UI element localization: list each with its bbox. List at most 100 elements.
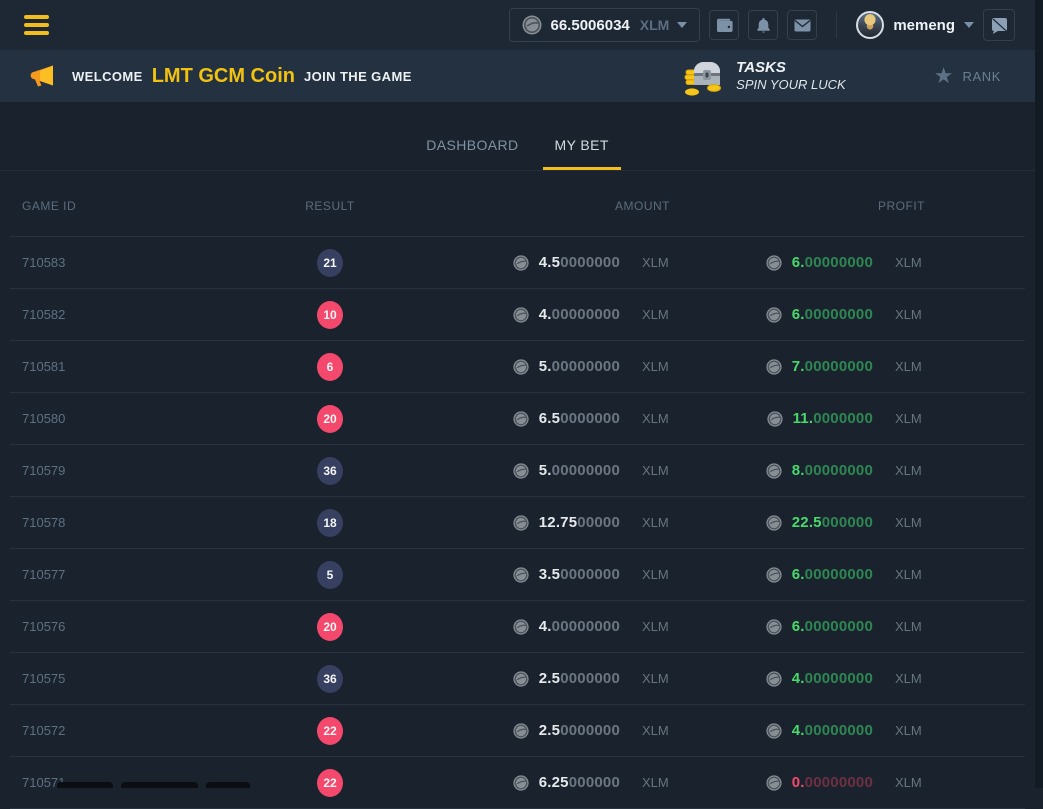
- hamburger-icon: [24, 15, 49, 19]
- game-id: 710575: [10, 671, 280, 686]
- result-badge: 36: [317, 665, 343, 693]
- stellar-coin-icon: [513, 515, 529, 531]
- stellar-coin-icon: [513, 255, 529, 271]
- amount-value: 4.5: [539, 254, 560, 271]
- bottom-partial-elements: [0, 782, 1043, 788]
- profit-currency: XLM: [895, 411, 925, 426]
- header-result: RESULT: [280, 199, 380, 213]
- amount-trailing-zeros: 00000000: [552, 618, 620, 635]
- amount-currency: XLM: [642, 515, 672, 530]
- my-bet-table: GAME ID RESULT AMOUNT PROFIT 710583 21 4…: [10, 171, 1025, 809]
- tasks-link[interactable]: TASKS SPIN YOUR LUCK: [678, 56, 846, 96]
- amount-cell: 5.00000000 XLM: [380, 358, 740, 375]
- amount-currency: XLM: [642, 307, 672, 322]
- user-menu[interactable]: memeng: [856, 11, 974, 39]
- balance-value: 66.5006034: [551, 17, 630, 34]
- chat-button[interactable]: [983, 9, 1015, 41]
- profit-currency: XLM: [895, 359, 925, 374]
- wallet-button[interactable]: [709, 10, 739, 40]
- header-game-id: GAME ID: [10, 199, 280, 213]
- stellar-coin-icon: [522, 15, 542, 35]
- profit-cell: 6.00000000 XLM: [740, 618, 1025, 635]
- stellar-coin-icon: [513, 723, 529, 739]
- game-id: 710576: [10, 619, 280, 634]
- tab-my-bet[interactable]: MY BET: [543, 137, 621, 170]
- tab-bar: DASHBOARD MY BET: [0, 102, 1035, 171]
- caret-down-icon: [964, 22, 974, 28]
- profit-cell: 6.00000000 XLM: [740, 254, 1025, 271]
- amount-value: 3.5: [539, 566, 560, 583]
- result-badge: 20: [317, 613, 343, 641]
- amount-trailing-zeros: 00000000: [552, 462, 620, 479]
- notifications-button[interactable]: [748, 10, 778, 40]
- table-row: 710577 5 3.50000000 XLM 6.00000000 XLM: [10, 549, 1025, 601]
- amount-trailing-zeros: 00000000: [552, 358, 620, 375]
- amount-currency: XLM: [642, 567, 672, 582]
- topbar-right: 66.5006034 XLM memeng: [509, 8, 1016, 42]
- profit-value: 6.: [792, 254, 805, 271]
- profit-currency: XLM: [895, 619, 925, 634]
- table-row: 710583 21 4.50000000 XLM 6.00000000 XLM: [10, 237, 1025, 289]
- profit-value: 4.: [792, 722, 805, 739]
- game-id: 710580: [10, 411, 280, 426]
- profit-cell: 4.00000000 XLM: [740, 670, 1025, 687]
- stellar-coin-icon: [766, 723, 782, 739]
- header-profit: PROFIT: [740, 199, 1025, 213]
- profit-currency: XLM: [895, 307, 925, 322]
- profit-cell: 7.00000000 XLM: [740, 358, 1025, 375]
- profit-value: 22.5: [792, 514, 822, 531]
- bell-icon: [756, 17, 771, 34]
- tasks-subtitle: SPIN YOUR LUCK: [736, 77, 846, 93]
- game-id: 710581: [10, 359, 280, 374]
- amount-currency: XLM: [642, 359, 672, 374]
- amount-cell: 3.50000000 XLM: [380, 566, 740, 583]
- topbar-divider: [836, 12, 837, 38]
- profit-cell: 6.00000000 XLM: [740, 566, 1025, 583]
- profit-cell: 8.00000000 XLM: [740, 462, 1025, 479]
- amount-currency: XLM: [642, 463, 672, 478]
- header-amount: AMOUNT: [380, 199, 740, 213]
- amount-currency: XLM: [642, 671, 672, 686]
- result-badge: 21: [317, 249, 343, 277]
- amount-cell: 4.00000000 XLM: [380, 618, 740, 635]
- profit-trailing-zeros: 00000000: [805, 618, 873, 635]
- table-body: 710583 21 4.50000000 XLM 6.00000000 XLM …: [10, 237, 1025, 809]
- banner-right: TASKS SPIN YOUR LUCK ★ RANK: [678, 56, 1001, 96]
- stellar-coin-icon: [513, 307, 529, 323]
- profit-value: 8.: [792, 462, 805, 479]
- profit-value: 6.: [792, 566, 805, 583]
- table-row: 710576 20 4.00000000 XLM 6.00000000 XLM: [10, 601, 1025, 653]
- profit-trailing-zeros: 00000000: [805, 566, 873, 583]
- result-badge: 20: [317, 405, 343, 433]
- scrollbar[interactable]: [1035, 0, 1043, 788]
- profit-cell: 4.00000000 XLM: [740, 722, 1025, 739]
- profit-trailing-zeros: 00000000: [805, 462, 873, 479]
- amount-value: 4.: [539, 618, 552, 635]
- profit-trailing-zeros: 00000000: [805, 254, 873, 271]
- messages-button[interactable]: [787, 10, 817, 40]
- menu-button[interactable]: [20, 11, 53, 39]
- profit-trailing-zeros: 00000000: [805, 306, 873, 323]
- amount-cell: 6.50000000 XLM: [380, 410, 740, 427]
- profit-value: 7.: [792, 358, 805, 375]
- tasks-text: TASKS SPIN YOUR LUCK: [736, 59, 846, 94]
- result-badge: 18: [317, 509, 343, 537]
- amount-trailing-zeros: 00000000: [552, 306, 620, 323]
- amount-cell: 2.50000000 XLM: [380, 722, 740, 739]
- balance-selector[interactable]: 66.5006034 XLM: [509, 8, 701, 42]
- welcome-banner: WELCOME LMT GCM Coin JOIN THE GAME: [0, 50, 1035, 102]
- game-id: 710577: [10, 567, 280, 582]
- amount-value: 5.: [539, 358, 552, 375]
- profit-trailing-zeros: 00000000: [805, 358, 873, 375]
- amount-cell: 2.50000000 XLM: [380, 670, 740, 687]
- result-badge: 36: [317, 457, 343, 485]
- join-text: JOIN THE GAME: [304, 69, 412, 84]
- stellar-coin-icon: [513, 619, 529, 635]
- amount-currency: XLM: [642, 411, 672, 426]
- amount-currency: XLM: [642, 619, 672, 634]
- game-id: 710579: [10, 463, 280, 478]
- rank-link[interactable]: ★ RANK: [934, 65, 1001, 87]
- profit-currency: XLM: [895, 723, 925, 738]
- amount-trailing-zeros: 0000000: [560, 670, 620, 687]
- tab-dashboard[interactable]: DASHBOARD: [414, 137, 530, 170]
